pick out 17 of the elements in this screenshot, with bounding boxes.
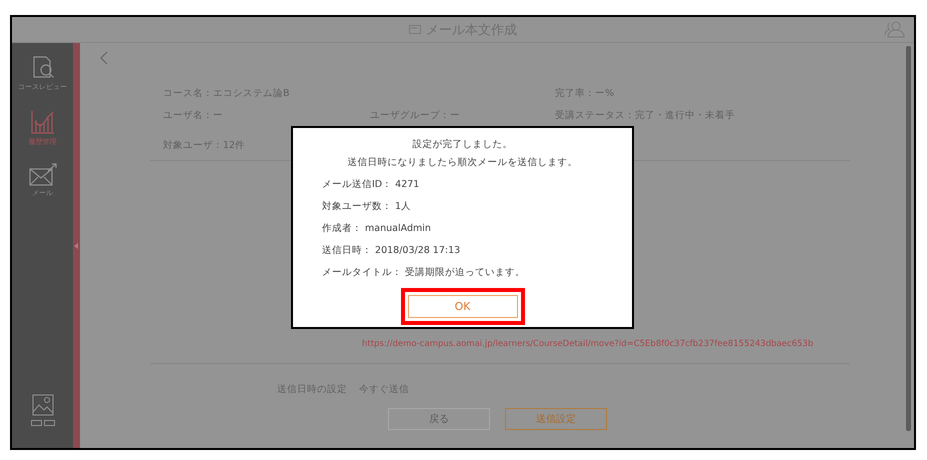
dialog-message: 送信日時になりましたら順次メールを送信します。 xyxy=(346,156,578,169)
ok-button[interactable]: OK xyxy=(408,295,518,318)
dialog-field: メールタイトル： 受講期限が迫っています。 xyxy=(322,266,632,279)
course-link[interactable]: https://demo-campus.aomai.jp/learners/CourseDetail/move?id=C5Eb8f0c37cfb237fee8155243dbaec653b xyxy=(362,339,814,349)
scrollbar[interactable] xyxy=(906,46,911,431)
back-button[interactable]: 戻る xyxy=(388,408,490,430)
dialog-field: メール送信ID： 4271 xyxy=(322,178,632,191)
dialog-message: 設定が完了しました。 xyxy=(412,138,514,151)
submit-button[interactable]: 送信設定 xyxy=(505,408,607,430)
dialog-field: 送信日時： 2018/03/28 17:13 xyxy=(322,244,632,257)
arrow-buttons-icon[interactable] xyxy=(30,420,54,426)
dialog-field: 対象ユーザ数： 1人 xyxy=(322,200,632,213)
image-icon[interactable] xyxy=(32,394,54,416)
dialog-field: 作成者： manualAdmin xyxy=(322,222,632,235)
chart-icon xyxy=(28,108,56,136)
user-icon[interactable] xyxy=(884,20,906,38)
back-icon[interactable] xyxy=(100,51,108,65)
